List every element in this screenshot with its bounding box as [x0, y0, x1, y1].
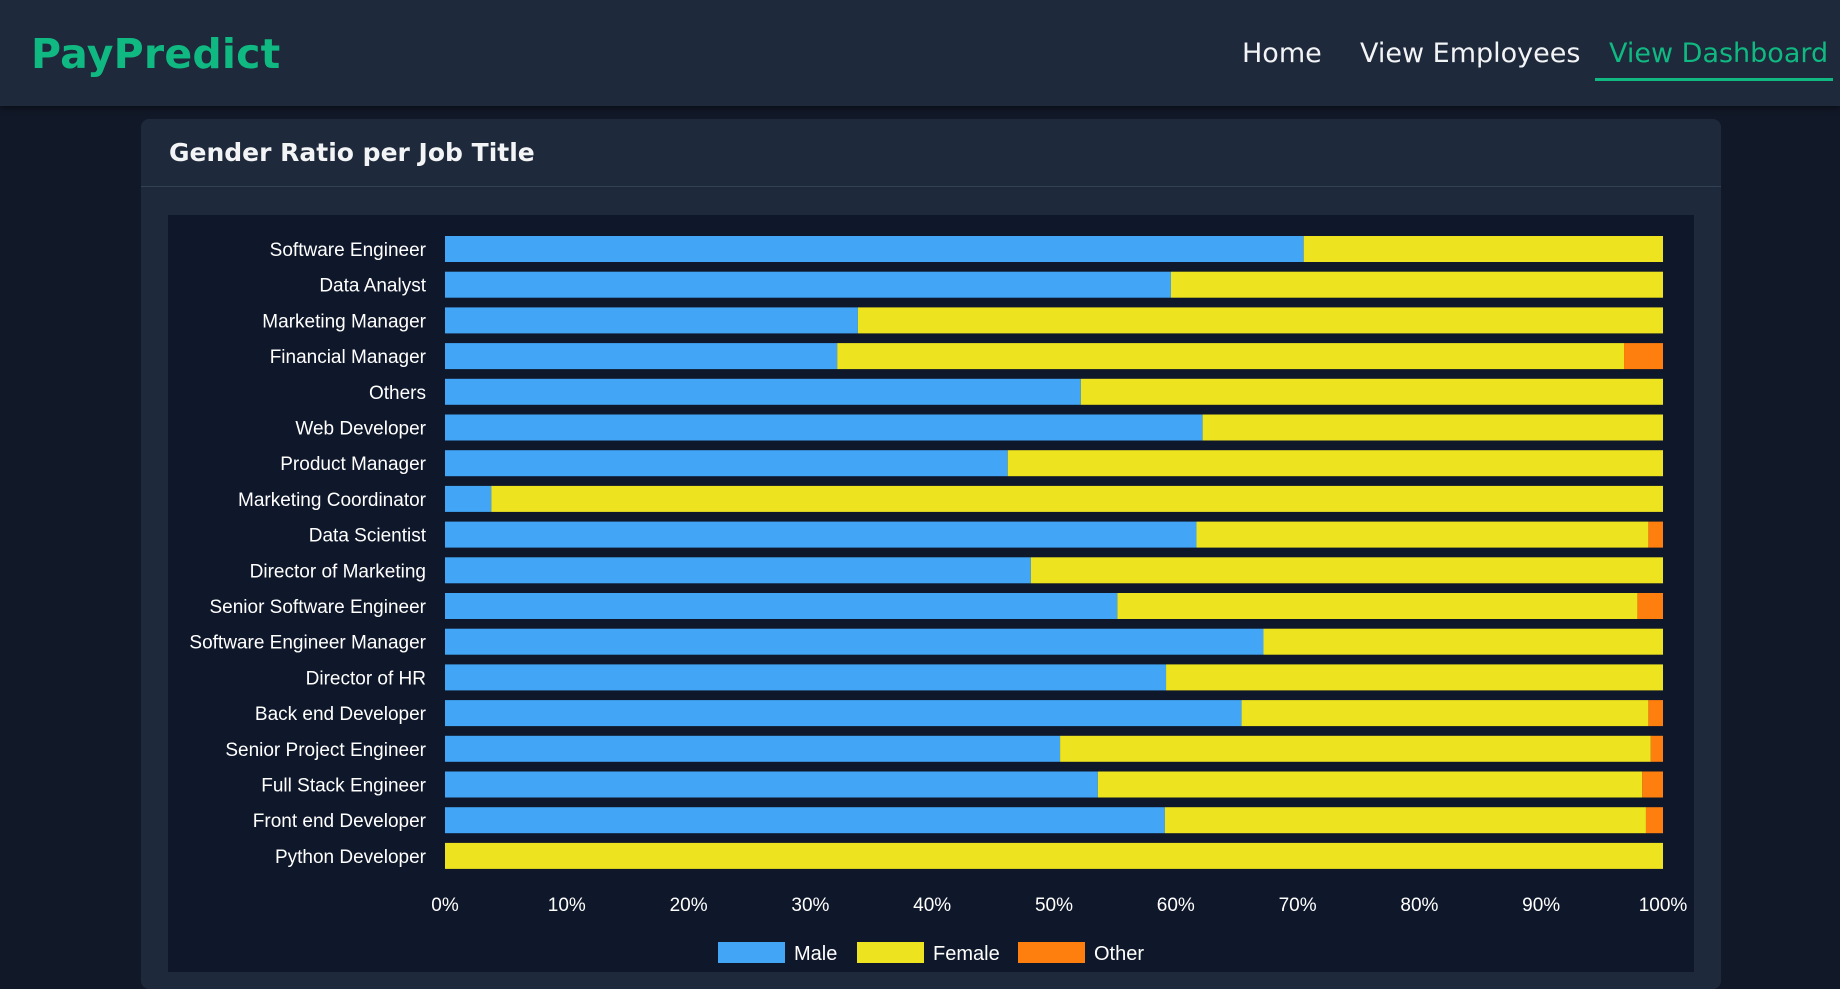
bar-female[interactable]	[1170, 271, 1663, 298]
bar-male[interactable]	[445, 557, 1031, 584]
bar-male[interactable]	[445, 271, 1171, 298]
x-tick-label: 70%	[1279, 895, 1317, 916]
bar-female[interactable]	[1263, 628, 1663, 655]
bar-female[interactable]	[1080, 378, 1663, 405]
y-tick-label: Financial Manager	[270, 347, 427, 368]
y-tick-label: Director of Marketing	[250, 561, 426, 582]
x-tick-label: 90%	[1522, 895, 1560, 916]
y-tick-label: Full Stack Engineer	[261, 776, 426, 797]
active-nav-underline	[1595, 78, 1833, 81]
x-tick-label: 30%	[791, 895, 829, 916]
chart-svg: Software Engineer Data Analyst Marketing M…	[189, 236, 1688, 965]
legend-swatch-other[interactable]	[1018, 942, 1085, 963]
bar-male[interactable]	[445, 450, 1008, 477]
x-tick-label: 20%	[670, 895, 708, 916]
bar-female[interactable]	[445, 842, 1663, 869]
y-tick-label: Web Developer	[295, 419, 426, 440]
card-header: Gender Ratio per Job Title	[141, 119, 1721, 187]
x-tick-label: 40%	[913, 895, 951, 916]
y-tick-label: Front end Developer	[253, 811, 427, 832]
bar-male[interactable]	[445, 807, 1165, 834]
y-tick-label: Product Manager	[280, 454, 426, 475]
bar-female[interactable]	[1166, 664, 1663, 691]
y-tick-label: Data Analyst	[319, 276, 426, 297]
y-tick-label: Python Developer	[275, 847, 427, 868]
legend-label-male[interactable]: Male	[794, 943, 837, 965]
y-tick-label: Data Scientist	[309, 526, 427, 547]
bar-male[interactable]	[445, 628, 1264, 655]
bar-female[interactable]	[1030, 557, 1663, 584]
bar-female[interactable]	[1097, 771, 1643, 798]
card-title: Gender Ratio per Job Title	[169, 138, 535, 167]
bar-female[interactable]	[837, 343, 1625, 370]
bar-female[interactable]	[1117, 593, 1638, 619]
y-tick-label: Back end Developer	[255, 704, 427, 725]
bar-other[interactable]	[1642, 771, 1663, 798]
bar-female[interactable]	[1303, 236, 1663, 262]
x-tick-label: 50%	[1035, 895, 1073, 916]
bar-male[interactable]	[445, 307, 858, 334]
bar-other[interactable]	[1648, 700, 1663, 727]
gender-ratio-chart: Software Engineer Data Analyst Marketing M…	[168, 215, 1694, 972]
bar-male[interactable]	[445, 485, 492, 512]
bar-other[interactable]	[1637, 593, 1663, 619]
y-tick-label: Others	[369, 383, 426, 404]
y-tick-label: Senior Project Engineer	[225, 740, 426, 761]
bar-male[interactable]	[445, 735, 1061, 762]
y-tick-label: Senior Software Engineer	[209, 597, 426, 618]
bar-other[interactable]	[1624, 343, 1663, 370]
bar-other[interactable]	[1650, 735, 1663, 762]
brand-logo[interactable]: PayPredict	[31, 26, 280, 82]
bar-female[interactable]	[1007, 450, 1663, 477]
bar-female[interactable]	[1060, 735, 1651, 762]
bar-male[interactable]	[445, 414, 1203, 441]
y-tick-label: Director of HR	[306, 668, 426, 689]
bar-female[interactable]	[1196, 521, 1649, 548]
bar-female[interactable]	[491, 485, 1664, 512]
top-navbar: PayPredict Home View Employees View Dashbo…	[0, 0, 1840, 106]
bar-female[interactable]	[857, 307, 1663, 334]
bar-female[interactable]	[1202, 414, 1663, 441]
y-tick-label: Software Engineer Manager	[189, 633, 426, 654]
x-tick-label: 0%	[431, 895, 459, 916]
bar-male[interactable]	[445, 700, 1242, 727]
legend-swatch-female[interactable]	[857, 942, 924, 963]
x-tick-label: 10%	[548, 895, 586, 916]
legend-label-other[interactable]: Other	[1094, 943, 1144, 965]
bar-male[interactable]	[445, 236, 1304, 262]
y-tick-label: Software Engineer	[270, 240, 427, 261]
bar-other[interactable]	[1648, 521, 1663, 548]
bar-male[interactable]	[445, 771, 1098, 798]
bar-male[interactable]	[445, 521, 1197, 548]
legend-swatch-male[interactable]	[718, 942, 785, 963]
x-tick-label: 100%	[1639, 895, 1688, 916]
bar-male[interactable]	[445, 593, 1118, 619]
nav-link-view-employees[interactable]: View Employees	[1360, 34, 1580, 74]
x-tick-label: 60%	[1157, 895, 1195, 916]
x-tick-label: 80%	[1400, 895, 1438, 916]
bar-male[interactable]	[445, 664, 1167, 691]
legend-label-female[interactable]: Female	[933, 943, 1000, 965]
bar-other[interactable]	[1645, 807, 1663, 834]
nav-link-view-dashboard[interactable]: View Dashboard	[1609, 34, 1828, 74]
y-tick-label: Marketing Coordinator	[238, 490, 427, 511]
bar-female[interactable]	[1241, 700, 1649, 727]
y-tick-label: Marketing Manager	[262, 311, 426, 332]
bar-male[interactable]	[445, 378, 1081, 405]
nav-link-home[interactable]: Home	[1242, 34, 1322, 74]
bar-male[interactable]	[445, 343, 838, 370]
bar-female[interactable]	[1164, 807, 1646, 834]
